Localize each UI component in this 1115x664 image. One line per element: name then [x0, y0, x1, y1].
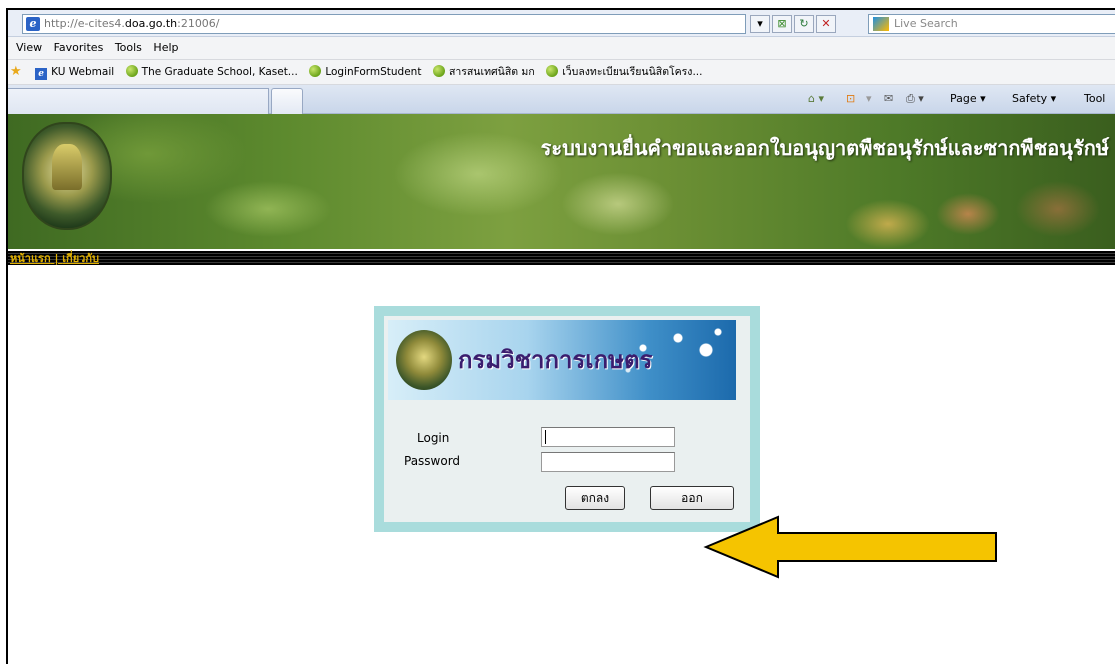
text-caret [545, 430, 546, 444]
tab-current[interactable] [8, 88, 269, 114]
doa-seal-logo [396, 330, 452, 390]
menu-item-tools[interactable]: Tools [115, 37, 142, 59]
tools-menu[interactable]: Tool [1084, 85, 1105, 113]
menu-item-help[interactable]: Help [153, 37, 178, 59]
login-panel: กรมวิชาการเกษตร Login Password ตกลง ออก [374, 306, 760, 532]
menu-bar: View Favorites Tools Help [8, 37, 1115, 60]
favorite-graduate-school[interactable]: The Graduate School, Kaset... [125, 60, 298, 84]
login-form: กรมวิชาการเกษตร Login Password ตกลง ออก [384, 316, 750, 522]
url-text: http://e-cites4.doa.go.th:21006/ [44, 17, 220, 30]
menu-item-favorites[interactable]: Favorites [54, 37, 104, 59]
favorite-ku-webmail[interactable]: e KU Webmail [35, 60, 114, 84]
separator: ▾ [866, 92, 872, 105]
feeds-icon[interactable]: ⊡ [846, 85, 855, 113]
site-banner: ระบบงานยื่นคำขอและออกใบอนุญาตพืชอนุรักษ์… [8, 114, 1115, 249]
browser-window: e http://e-cites4.doa.go.th:21006/ ▾ ⊠ ↻ … [6, 8, 1115, 664]
refresh-icon[interactable]: ↻ [794, 15, 814, 33]
favorite-login-form-student[interactable]: LoginFormStudent [309, 60, 421, 84]
site-icon [125, 65, 138, 77]
dropdown-arrow-icon[interactable]: ▾ [750, 15, 770, 33]
ie-page-icon: e [35, 68, 48, 80]
safety-menu[interactable]: Safety ▾ [1012, 85, 1056, 113]
login-header-banner: กรมวิชาการเกษตร [388, 320, 736, 400]
site-icon [309, 65, 322, 77]
password-label: Password [404, 454, 461, 468]
favorites-center-icon[interactable]: ★ [10, 60, 24, 84]
live-search-icon [873, 17, 889, 31]
address-bar-row: e http://e-cites4.doa.go.th:21006/ ▾ ⊠ ↻ … [8, 10, 1115, 37]
doa-seal-logo [22, 122, 112, 230]
password-input[interactable] [541, 452, 675, 472]
print-icon[interactable]: ⎙ ▾ [906, 85, 924, 113]
favorites-bar: ★ e KU Webmail The Graduate School, Kaset… [8, 60, 1115, 85]
home-icon[interactable]: ⌂ ▾ [808, 85, 824, 113]
search-input[interactable]: Live Search [868, 14, 1115, 34]
nav-link-home[interactable]: หน้าแรก [10, 252, 51, 265]
login-label: Login [417, 431, 450, 445]
nav-bar [8, 251, 1115, 265]
login-input[interactable] [541, 427, 675, 447]
pointer-arrow-annotation [703, 515, 997, 579]
stop-icon[interactable]: ✕ [816, 15, 836, 33]
nav-separator: | [50, 252, 63, 265]
site-icon [546, 65, 559, 77]
read-mail-icon[interactable]: ✉ [884, 85, 893, 113]
favorite-student-info[interactable]: สารสนเทศนิสิต มก [432, 60, 535, 84]
ok-button[interactable]: ตกลง [565, 486, 625, 510]
new-tab-button[interactable] [271, 88, 303, 114]
arrow-shape [703, 515, 997, 579]
favorite-registration[interactable]: เว็บลงทะเบียนเรียนนิสิตโครง... [546, 60, 702, 84]
page-menu[interactable]: Page ▾ [950, 85, 986, 113]
site-icon [432, 65, 445, 77]
compatibility-icon[interactable]: ⊠ [772, 15, 792, 33]
tab-bar: ⌂ ▾ ⊡ ▾ ✉ ⎙ ▾ Page ▾ Safety ▾ Tool [8, 85, 1115, 114]
login-brand-title: กรมวิชาการเกษตร [458, 345, 653, 374]
address-bar[interactable]: e http://e-cites4.doa.go.th:21006/ [22, 14, 746, 34]
nav-links: หน้าแรก | เกี่ยวกับ [10, 249, 99, 267]
menu-item-view[interactable]: View [16, 37, 42, 59]
ie-page-icon: e [26, 17, 40, 31]
nav-link-about[interactable]: เกี่ยวกับ [62, 252, 99, 265]
site-title: ระบบงานยื่นคำขอและออกใบอนุญาตพืชอนุรักษ์… [540, 136, 1109, 160]
exit-button[interactable]: ออก [650, 486, 734, 510]
